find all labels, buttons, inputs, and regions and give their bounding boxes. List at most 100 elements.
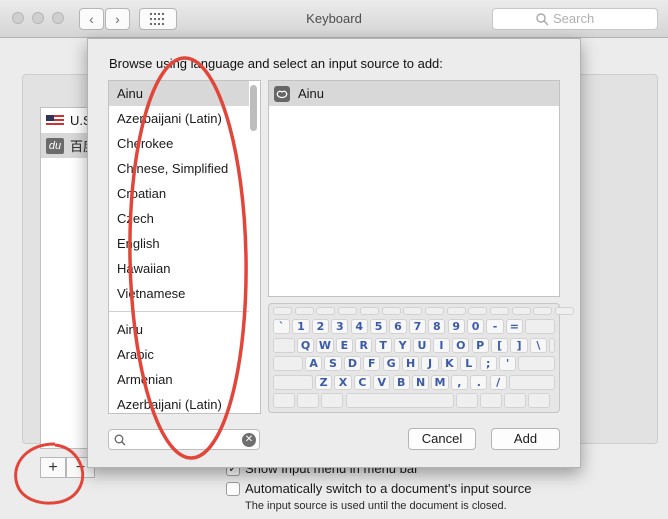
language-item[interactable]: English — [109, 231, 249, 256]
language-item[interactable]: Azerbaijani (Latin) — [109, 392, 249, 413]
keyboard-key — [468, 307, 488, 315]
keyboard-key — [511, 307, 531, 315]
keyboard-key — [455, 393, 478, 408]
keyboard-key: 3 — [331, 319, 349, 334]
keyboard-key: V — [373, 374, 391, 390]
auto-switch-option[interactable]: Automatically switch to a document's inp… — [226, 481, 531, 496]
language-item[interactable]: Ainu — [109, 317, 249, 342]
language-item[interactable]: Vietnamese — [109, 281, 249, 306]
keyboard-key: T — [374, 337, 392, 353]
keyboard-key: 5 — [370, 319, 388, 334]
keyboard-key: / — [489, 374, 507, 390]
keyboard-key — [533, 307, 553, 315]
list-divider — [109, 306, 249, 312]
keyboard-key: ` — [273, 319, 291, 334]
language-item[interactable]: Croatian — [109, 181, 249, 206]
ainu-icon — [274, 85, 290, 102]
keyboard-key: - — [486, 319, 504, 334]
auto-switch-label: Automatically switch to a document's inp… — [245, 481, 532, 496]
keyboard-key: 2 — [311, 319, 329, 334]
language-item[interactable]: Arabic — [109, 342, 249, 367]
add-button[interactable]: Add — [491, 428, 560, 450]
language-item[interactable]: Hawaiian — [109, 256, 249, 281]
keyboard-key — [381, 307, 401, 315]
keyboard-key: 4 — [350, 319, 368, 334]
keyboard-key — [549, 337, 555, 353]
keyboard-key — [321, 393, 344, 408]
keyboard-key: W — [316, 337, 334, 353]
search-field[interactable]: Search — [492, 8, 658, 30]
keyboard-key: ] — [510, 337, 528, 353]
keyboard-key — [273, 356, 303, 371]
keyboard-key — [525, 319, 555, 334]
keyboard-key — [446, 307, 466, 315]
keyboard-key — [294, 307, 314, 315]
keyboard-key: X — [334, 374, 352, 390]
keyboard-key: ; — [479, 356, 497, 371]
keyboard-key: Q — [297, 337, 315, 353]
keyboard-key — [555, 307, 575, 315]
input-source-label: Ainu — [298, 86, 325, 101]
keyboard-key: N — [412, 374, 430, 390]
keyboard-key: = — [505, 319, 523, 334]
keyboard-key: A — [305, 356, 323, 371]
keyboard-key — [490, 307, 509, 315]
keyboard-key — [297, 393, 320, 408]
search-icon — [114, 434, 126, 446]
du-icon: du — [46, 137, 64, 154]
keyboard-key — [273, 393, 295, 408]
search-placeholder: Search — [553, 11, 595, 26]
keyboard-key: R — [355, 337, 373, 353]
keyboard-key — [424, 307, 444, 315]
cancel-button[interactable]: Cancel — [408, 428, 476, 450]
keyboard-key: I — [432, 337, 450, 353]
language-item[interactable]: Czech — [109, 206, 249, 231]
us-flag-icon — [46, 114, 64, 127]
language-item[interactable]: Ainu — [109, 81, 249, 106]
language-filter-field[interactable]: ✕ — [108, 429, 260, 450]
keyboard-key: M — [431, 374, 449, 390]
keyboard-key — [273, 307, 292, 315]
keyboard-key: 9 — [447, 319, 465, 334]
keyboard-key: J — [421, 356, 439, 371]
keyboard-key: . — [470, 374, 488, 390]
keyboard-key — [504, 393, 527, 408]
keyboard-key: 0 — [467, 319, 485, 334]
keyboard-key: 8 — [428, 319, 446, 334]
keyboard-key: [ — [491, 337, 509, 353]
keyboard-key — [359, 307, 379, 315]
keyboard-key: U — [413, 337, 431, 353]
keyboard-key — [338, 307, 358, 315]
language-list[interactable]: Ainu Azerbaijani (Latin) Cherokee Chines… — [108, 80, 261, 414]
keyboard-key: H — [402, 356, 420, 371]
auto-switch-checkbox[interactable] — [226, 481, 240, 496]
window-titlebar: ‹ › Keyboard Search — [0, 0, 668, 38]
language-item[interactable]: Cherokee — [109, 131, 249, 156]
keyboard-preview: ` 1 2 3 4 5 6 7 8 9 0- = Q W E R T Y U I O P[] \ A S D F G H J K L; ' Z X C… — [268, 303, 575, 413]
keyboard-key: 6 — [389, 319, 407, 334]
add-input-source-button[interactable]: + — [40, 457, 66, 478]
language-item[interactable]: Chinese, Simplified — [109, 156, 249, 181]
keyboard-key — [480, 393, 502, 408]
keyboard-key — [528, 393, 551, 408]
input-source-list[interactable]: Ainu — [268, 80, 560, 297]
auto-switch-note: The input source is used until the docum… — [245, 500, 507, 512]
clear-search-icon[interactable]: ✕ — [242, 433, 256, 447]
language-item[interactable]: Azerbaijani (Latin) — [109, 106, 249, 131]
keyboard-key: E — [335, 337, 353, 353]
search-icon — [536, 13, 549, 26]
add-input-source-sheet: Browse using language and select an inpu… — [87, 38, 581, 468]
list-item[interactable]: Ainu — [269, 81, 559, 106]
keyboard-key: 1 — [292, 319, 310, 334]
keyboard-key — [316, 307, 336, 315]
keyboard-key: , — [450, 374, 468, 390]
keyboard-key: 7 — [408, 319, 426, 334]
language-item[interactable]: Armenian — [109, 367, 249, 392]
keyboard-key: ' — [499, 356, 517, 371]
keyboard-key: S — [324, 356, 342, 371]
keyboard-key: Y — [394, 337, 412, 353]
keyboard-key: C — [353, 374, 371, 390]
keyboard-key — [518, 356, 555, 371]
language-list-scrollbar[interactable] — [250, 85, 257, 131]
sheet-prompt: Browse using language and select an inpu… — [109, 56, 443, 71]
